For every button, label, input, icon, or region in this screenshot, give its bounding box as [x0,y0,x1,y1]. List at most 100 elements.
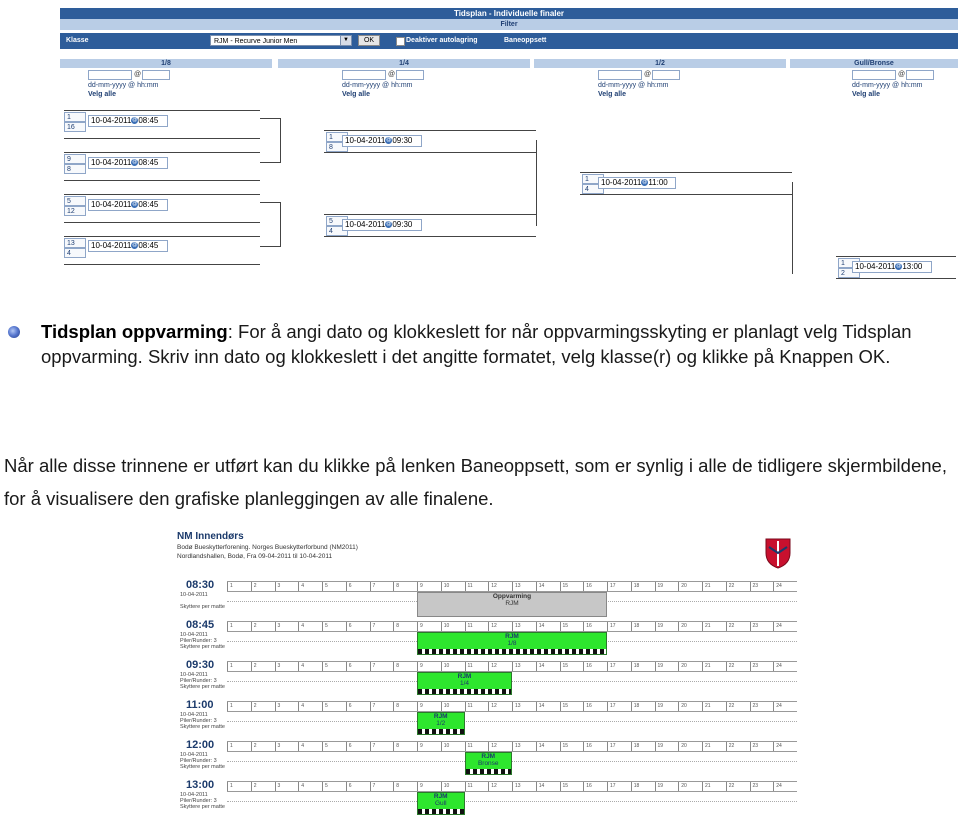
target-number: 1 [227,702,251,711]
baneoppsett-link[interactable]: Baneoppsett [504,37,546,44]
target-number: 21 [702,622,726,631]
target-number: 24 [773,742,797,751]
target-number: 15 [559,662,584,671]
deactivate-checkbox[interactable] [396,37,405,46]
target-markers [418,689,511,694]
target-number: 10 [440,782,465,791]
seed-bottom: 4 [64,248,86,258]
target-number: 15 [559,742,584,751]
target-number: 18 [630,622,655,631]
target-number: 6 [345,782,370,791]
schedule-block[interactable]: Oppvarming RJM [417,592,607,617]
target-number: 18 [630,582,655,591]
round-time-input[interactable] [652,70,680,80]
select-all-link[interactable]: Velg alle [342,91,370,98]
schedule-title: NM Innendørs [177,531,244,542]
match-datetime-input[interactable]: 10-04-2011@08:45 [88,240,168,252]
target-number: 1 [227,622,251,631]
filter-link[interactable]: Filter [60,19,958,30]
round-header-1-4: 1/4 [278,59,530,68]
target-number: 11 [464,742,489,751]
target-scale: 1 2 3 4 5 6 7 8 9 10 11 12 13 14 15 16 17 18 19 20 21 22 23 24 [227,701,797,712]
round-date-input[interactable] [88,70,132,80]
target-number: 3 [274,622,299,631]
match-datetime-input[interactable]: 10-04-2011@08:45 [88,199,168,211]
round-date-input[interactable] [852,70,896,80]
target-number: 4 [298,742,322,751]
round-date-input[interactable] [342,70,386,80]
target-number: 2 [250,662,275,671]
target-number: 21 [702,662,726,671]
round-time-input[interactable] [396,70,424,80]
match-datetime-input[interactable]: 10-04-2011@08:45 [88,115,168,127]
target-number: 15 [559,622,584,631]
target-number: 24 [773,622,797,631]
target-number: 1 [227,662,251,671]
target-number: 17 [607,702,631,711]
schedule-block[interactable]: RJM 1/8 [417,632,607,655]
format-hint: dd-mm-yyyy @ hh:mm [852,82,923,89]
schedule-block[interactable]: RJM 1/2 [417,712,465,735]
row-date: 10-04-2011 [180,592,208,598]
target-number: 12 [488,702,512,711]
schedule-organizer: Bodø Bueskytterforening. Norges Bueskytt… [177,544,358,551]
target-number: 18 [630,702,655,711]
target-number: 7 [369,662,394,671]
target-number: 10 [440,622,465,631]
target-number: 10 [440,662,465,671]
klasse-select[interactable]: RJM - Recurve Junior Men ▼ [210,35,352,46]
target-number: 12 [488,622,512,631]
target-number: 21 [702,742,726,751]
chevron-down-icon[interactable]: ▼ [340,36,351,45]
target-number: 16 [583,782,607,791]
target-number: 24 [773,582,797,591]
match-datetime-input[interactable]: 10-04-2011@08:45 [88,157,168,169]
schedule-row: 13:00 10-04-2011 Piler/Runder: 3 Skyttere p… [172,779,802,817]
target-number: 4 [298,622,322,631]
target-number: 23 [749,662,774,671]
target-number: 2 [250,782,275,791]
bullet-icon [8,326,20,338]
row-time: 08:30 [186,579,215,591]
match-datetime-input[interactable]: 10-04-2011@11:00 [598,177,676,189]
target-number: 9 [417,662,441,671]
target-number: 19 [654,782,679,791]
schedule-block[interactable]: RJM 1/4 [417,672,512,695]
row-note: Skyttere per matte [180,684,225,690]
schedule-block[interactable]: RJM Bronse [464,752,512,775]
target-number: 9 [417,742,441,751]
target-number: 23 [749,622,774,631]
target-number: 11 [464,582,489,591]
target-number: 15 [559,782,584,791]
row-note: Skyttere per matte [180,804,225,810]
seed-top: 5 [64,196,86,206]
target-number: 13 [512,702,536,711]
round-time-input[interactable] [142,70,170,80]
block-sub: RJM [505,600,519,607]
target-number: 19 [654,662,679,671]
match-datetime-input[interactable]: 10-04-2011@13:00 [852,261,932,273]
target-number: 5 [322,622,346,631]
target-scale: 1 2 3 4 5 6 7 8 9 10 11 12 13 14 15 16 17 18 19 20 21 22 23 24 [227,661,797,672]
target-number: 17 [607,622,631,631]
target-number: 14 [535,582,560,591]
select-all-link[interactable]: Velg alle [88,91,116,98]
schedule-block[interactable]: RJM Gull [417,792,465,815]
target-number: 13 [512,622,536,631]
ok-button[interactable]: OK [358,35,380,46]
target-markers [465,769,511,774]
match-datetime-input[interactable]: 10-04-2011@09:30 [342,219,422,231]
round-header-1-2: 1/2 [534,59,786,68]
target-number: 15 [559,702,584,711]
select-all-link[interactable]: Velg alle [598,91,626,98]
target-number: 14 [535,622,560,631]
round-date-input[interactable] [598,70,642,80]
select-all-link[interactable]: Velg alle [852,91,880,98]
target-number: 20 [678,702,702,711]
target-number: 9 [417,622,441,631]
block-title: RJM [457,673,472,680]
seed-bottom: 12 [64,206,86,216]
match-datetime-input[interactable]: 10-04-2011@09:30 [342,135,422,147]
target-number: 3 [274,742,299,751]
round-time-input[interactable] [906,70,934,80]
